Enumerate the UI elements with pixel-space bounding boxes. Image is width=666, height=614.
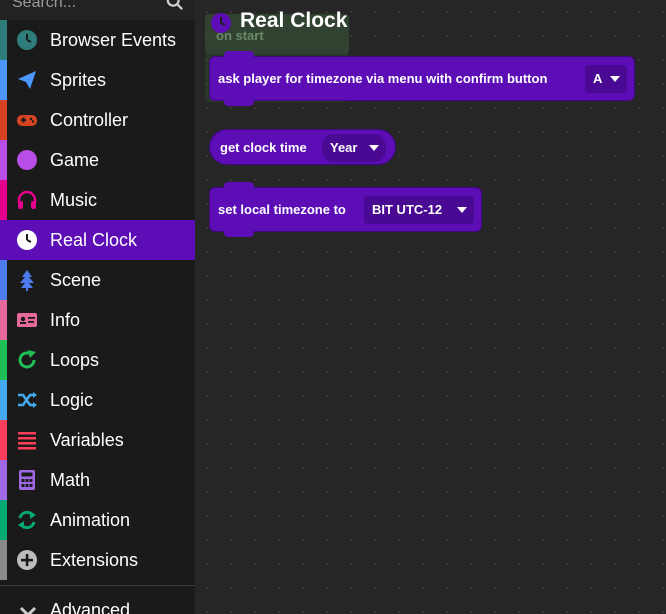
list-icon <box>16 429 38 451</box>
sync-icon <box>16 509 38 531</box>
block-text: get clock time <box>220 140 307 155</box>
shuffle-icon <box>16 389 38 411</box>
category-color-strip <box>0 100 7 140</box>
category-color-strip <box>0 140 7 180</box>
clock-icon <box>211 13 231 33</box>
block-set-timezone[interactable]: set local timezone to BIT UTC-12 <box>209 182 482 237</box>
flyout-title: Real Clock <box>240 9 348 32</box>
category-label: Info <box>50 310 81 330</box>
circle-icon <box>16 149 38 171</box>
block-notch <box>224 51 254 59</box>
category-color-strip <box>0 380 7 420</box>
category-label: Game <box>50 150 100 170</box>
chevron-down-icon <box>19 606 37 614</box>
category-color-strip <box>0 300 7 340</box>
category-game[interactable]: Game <box>0 140 195 180</box>
category-color-strip <box>0 20 7 60</box>
category-logic[interactable]: Logic <box>0 380 195 420</box>
category-color-strip <box>0 460 7 500</box>
dropdown-value: Year <box>330 140 358 155</box>
plus-circle-icon <box>16 549 38 571</box>
search-box[interactable]: Search... <box>0 0 195 20</box>
block-dropdown[interactable]: Year <box>322 134 386 162</box>
category-label: Scene <box>50 270 102 290</box>
category-label: Loops <box>50 350 100 370</box>
block-dropdown[interactable]: A <box>585 65 627 93</box>
block-dropdown[interactable]: BIT UTC-12 <box>364 196 474 224</box>
block-notch <box>224 229 254 237</box>
category-color-strip <box>0 260 7 300</box>
category-extensions[interactable]: Extensions <box>0 540 195 580</box>
block-notch <box>224 98 254 106</box>
category-browser-events[interactable]: Browser Events <box>0 20 195 60</box>
category-music[interactable]: Music <box>0 180 195 220</box>
category-label: Browser Events <box>50 30 177 50</box>
sidebar-divider <box>0 585 195 586</box>
clock-icon <box>16 29 38 51</box>
category-label: Animation <box>50 510 131 530</box>
category-color-strip <box>0 420 7 460</box>
category-color-strip <box>0 500 7 540</box>
category-color-strip <box>0 180 7 220</box>
category-label: Sprites <box>50 70 107 90</box>
id-card-icon <box>16 309 38 331</box>
category-label: Variables <box>50 430 124 450</box>
category-label: Controller <box>50 110 129 130</box>
search-placeholder: Search... <box>12 0 77 11</box>
category-info[interactable]: Info <box>0 300 195 340</box>
category-color-strip <box>0 60 7 100</box>
block-text: ask player for timezone via menu with co… <box>218 71 548 86</box>
category-sprites[interactable]: Sprites <box>0 60 195 100</box>
category-loops[interactable]: Loops <box>0 340 195 380</box>
category-variables[interactable]: Variables <box>0 420 195 460</box>
toolbox-sidebar: Search... Browser Events Sprites Controlle… <box>0 0 195 614</box>
advanced-label: Advanced <box>50 600 131 614</box>
category-label: Real Clock <box>50 230 138 250</box>
category-math[interactable]: Math <box>0 460 195 500</box>
category-animation[interactable]: Animation <box>0 500 195 540</box>
paper-plane-icon <box>16 69 38 91</box>
block-notch <box>224 182 254 190</box>
category-label: Extensions <box>50 550 139 570</box>
caret-down-icon <box>369 145 379 151</box>
caret-down-icon <box>457 207 467 213</box>
headphones-icon <box>16 189 38 211</box>
category-scene[interactable]: Scene <box>0 260 195 300</box>
category-color-strip <box>0 340 7 380</box>
refresh-icon <box>16 349 38 371</box>
tree-icon <box>16 269 38 291</box>
block-ask-timezone[interactable]: ask player for timezone via menu with co… <box>209 51 635 106</box>
category-label: Logic <box>50 390 94 410</box>
category-real-clock[interactable]: Real Clock <box>0 220 195 260</box>
dropdown-value: A <box>593 71 603 86</box>
block-get-clock-time[interactable]: get clock time Year <box>209 129 396 165</box>
search-icon[interactable] <box>166 0 184 11</box>
category-controller[interactable]: Controller <box>0 100 195 140</box>
gamepad-icon <box>16 109 38 131</box>
category-label: Music <box>50 190 98 210</box>
calculator-icon <box>16 469 38 491</box>
block-text: set local timezone to <box>218 202 346 217</box>
dropdown-value: BIT UTC-12 <box>372 202 443 217</box>
advanced-toggle[interactable]: Advanced <box>0 596 195 614</box>
caret-down-icon <box>610 76 620 82</box>
category-color-strip <box>0 540 7 580</box>
clock-icon <box>16 229 38 251</box>
category-label: Math <box>50 470 91 490</box>
